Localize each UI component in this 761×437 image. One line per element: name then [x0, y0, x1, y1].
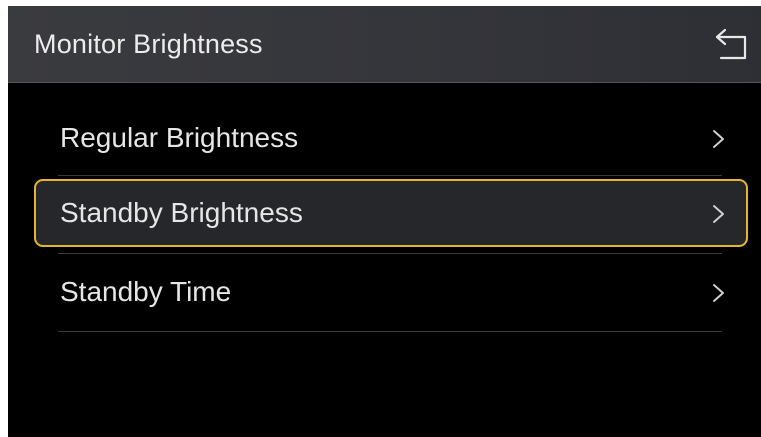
menu-item-label: Standby Brightness	[60, 197, 303, 228]
menu-item-standby-brightness[interactable]: Standby Brightness	[34, 179, 748, 247]
chevron-right-icon	[713, 130, 724, 148]
divider	[58, 331, 722, 332]
divider	[58, 253, 722, 254]
menu-item-label: Standby Time	[60, 276, 232, 307]
back-button[interactable]	[711, 26, 751, 64]
menu-item-regular-brightness[interactable]: Regular Brightness	[34, 104, 748, 172]
device-screen: Monitor Brightness Regular Brightness St…	[8, 6, 761, 437]
page-title: Monitor Brightness	[34, 29, 263, 59]
chevron-right-icon	[713, 205, 724, 223]
menu-item-standby-time[interactable]: Standby Time	[34, 258, 748, 326]
divider	[58, 175, 722, 176]
back-return-icon	[715, 28, 747, 60]
title-bar: Monitor Brightness	[8, 6, 761, 83]
menu-item-label: Regular Brightness	[60, 122, 299, 153]
chevron-right-icon	[713, 284, 724, 302]
